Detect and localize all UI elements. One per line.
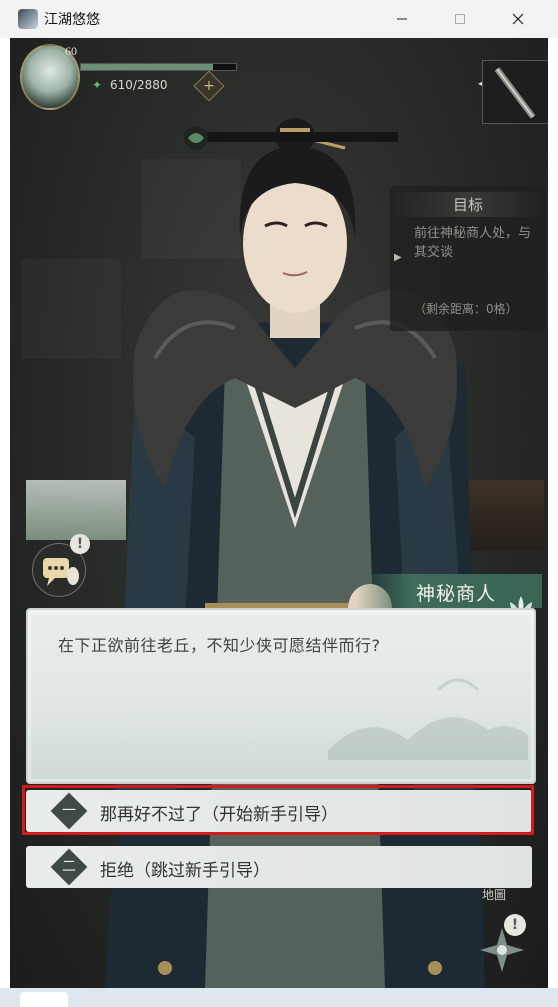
choice-skip-tutorial[interactable]: 二 拒绝（跳过新手引导） bbox=[26, 846, 532, 888]
choice-number-badge: 二 bbox=[50, 848, 88, 886]
decorative-banner bbox=[184, 126, 398, 150]
background-window-strip bbox=[0, 38, 10, 988]
exp-bar bbox=[80, 63, 237, 71]
taskbar bbox=[0, 988, 558, 1007]
window-titlebar: 江湖悠悠 bbox=[0, 0, 558, 38]
plus-icon: + bbox=[203, 78, 215, 94]
stamina-icon: ✦ bbox=[92, 78, 103, 92]
objective-title: 目标 bbox=[390, 192, 546, 217]
expand-arrow-icon: ▶ bbox=[394, 252, 402, 263]
map-alert-icon: ! bbox=[504, 914, 526, 936]
sword-icon bbox=[494, 67, 536, 119]
map-label: 地圖 bbox=[482, 888, 507, 902]
maximize-icon bbox=[455, 14, 465, 24]
dialog-box[interactable]: 在下正欲前往老丘，不知少侠可愿结伴而行? bbox=[26, 608, 536, 784]
quest-objective-panel[interactable]: 目标 ▶ 前往神秘商人处，与其交谈 （剩余距离：0格） bbox=[390, 186, 546, 331]
minimize-icon bbox=[397, 18, 407, 20]
chat-alert-icon: ! bbox=[70, 534, 90, 554]
add-stamina-button[interactable]: + bbox=[193, 70, 225, 102]
selection-highlight bbox=[22, 785, 534, 835]
minimize-button[interactable] bbox=[380, 4, 424, 34]
npc-name: 神秘商人 bbox=[415, 583, 496, 605]
ink-landscape bbox=[328, 678, 528, 760]
maximize-button[interactable] bbox=[438, 4, 482, 34]
choice-label: 拒绝（跳过新手引导） bbox=[100, 861, 270, 881]
window-title: 江湖悠悠 bbox=[44, 12, 100, 28]
app-icon bbox=[18, 9, 38, 29]
objective-text: 前往神秘商人处，与其交谈 bbox=[414, 226, 532, 260]
taskbar-app-button[interactable] bbox=[20, 992, 68, 1007]
level-badge: 60 bbox=[65, 44, 77, 58]
background-window-strip bbox=[548, 38, 558, 988]
game-viewport[interactable]: 60 ✦ 610/2880 + ◀ 目标 ▶ 前往神秘商人处，与其交谈 （剩余距… bbox=[10, 38, 548, 988]
dialog-text: 在下正欲前往老丘，不知少侠可愿结伴而行? bbox=[58, 636, 381, 655]
stamina-value: 610/2880 bbox=[110, 78, 168, 92]
objective-remaining-distance: （剩余距离：0格） bbox=[414, 302, 518, 316]
close-button[interactable] bbox=[496, 4, 540, 34]
exp-bar-fill bbox=[81, 64, 213, 70]
close-icon bbox=[512, 13, 524, 25]
weapon-slot[interactable] bbox=[482, 60, 548, 124]
